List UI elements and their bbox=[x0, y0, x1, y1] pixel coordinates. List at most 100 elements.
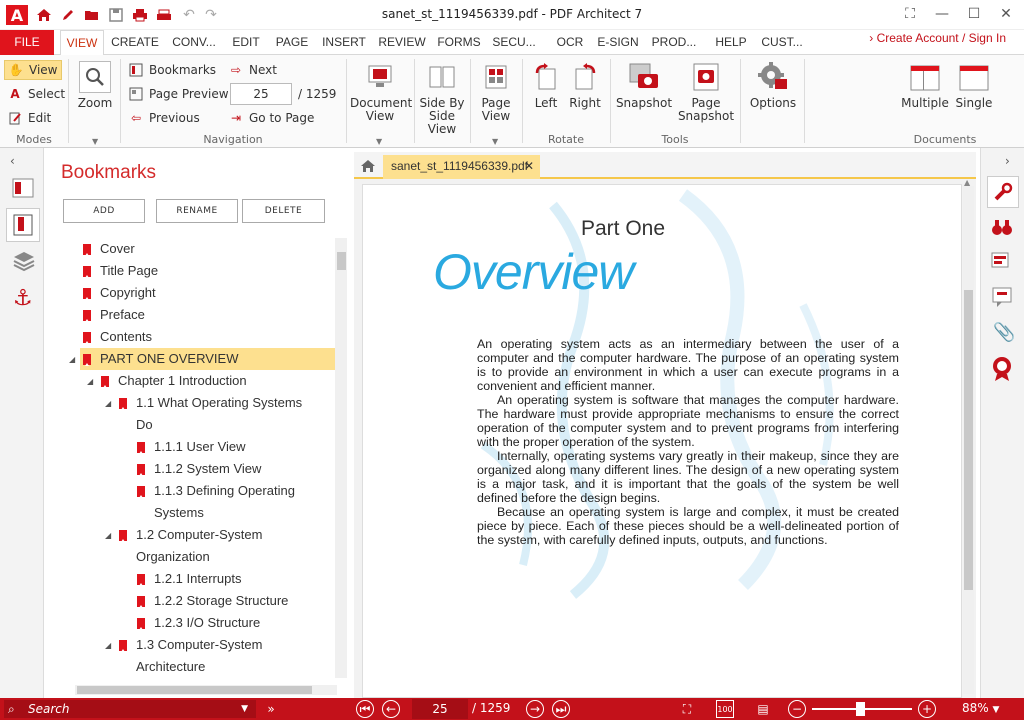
rotate-left-button[interactable]: Left bbox=[528, 61, 564, 110]
bookmark-item[interactable]: 1.2.2 Storage Structure bbox=[154, 590, 288, 612]
bookmark-item[interactable]: 1.1.3 Defining Operating bbox=[154, 480, 295, 502]
collapse-right-panel-icon[interactable]: › bbox=[1005, 154, 1010, 168]
attachment-icon[interactable]: 📎 bbox=[993, 322, 1015, 343]
single-document-button[interactable]: Single bbox=[952, 61, 996, 110]
close-button[interactable]: ✕ bbox=[994, 4, 1018, 24]
bookmark-item[interactable]: Cover bbox=[100, 238, 135, 260]
first-page-icon[interactable]: ⏮ bbox=[356, 700, 374, 718]
bookmark-item-continued[interactable]: Organization bbox=[136, 546, 210, 568]
bookmarks-panel-icon[interactable] bbox=[6, 208, 40, 242]
tab-products[interactable]: PROD... bbox=[648, 30, 700, 55]
bookmark-item[interactable]: Contents bbox=[100, 326, 152, 348]
bookmark-item[interactable]: 1.2 Computer-System bbox=[136, 524, 262, 546]
next-page-icon[interactable]: → bbox=[526, 700, 544, 718]
certificate-icon[interactable] bbox=[991, 356, 1013, 385]
tab-convert[interactable]: CONV... bbox=[166, 30, 222, 55]
pen-icon[interactable] bbox=[58, 5, 78, 25]
anchor-icon[interactable]: ⚓ bbox=[13, 286, 33, 311]
bookmarks-button[interactable]: Bookmarks bbox=[128, 60, 216, 80]
expand-triangle-icon[interactable]: ◢ bbox=[105, 399, 111, 408]
bookmark-item[interactable]: Title Page bbox=[100, 260, 158, 282]
maximize-button[interactable]: ☐ bbox=[962, 4, 986, 24]
tab-ocr[interactable]: OCR bbox=[552, 30, 588, 55]
expand-triangle-icon[interactable]: ◢ bbox=[105, 641, 111, 650]
wrench-icon[interactable] bbox=[987, 176, 1019, 208]
tab-review[interactable]: REVIEW bbox=[374, 30, 430, 55]
tab-forms[interactable]: FORMS bbox=[434, 30, 484, 55]
tab-security[interactable]: SECU... bbox=[488, 30, 540, 55]
page-snapshot-button[interactable]: Page Snapshot bbox=[676, 61, 736, 123]
chevron-down-icon[interactable]: ▼ bbox=[241, 700, 248, 718]
thumbnails-panel-icon[interactable] bbox=[12, 178, 34, 201]
zoom-button[interactable]: Zoom bbox=[74, 61, 116, 110]
bookmarks-vertical-scrollbar[interactable] bbox=[335, 238, 347, 678]
bookmark-item[interactable]: 1.3 Computer-System bbox=[136, 634, 262, 656]
undo-icon[interactable]: ↶ bbox=[180, 5, 198, 25]
search-field[interactable]: Search ⌕ ▼ bbox=[4, 700, 256, 718]
bookmark-item[interactable]: 1.2.1 Interrupts bbox=[154, 568, 241, 590]
document-view-dropdown-icon[interactable]: ▼ bbox=[376, 137, 382, 146]
close-tab-icon[interactable]: ✕ bbox=[524, 155, 534, 177]
next-page-button[interactable]: ⇨ Next bbox=[228, 60, 277, 80]
bookmark-item[interactable]: 1.1 What Operating Systems bbox=[136, 392, 302, 414]
bookmark-item-continued[interactable]: Do bbox=[136, 414, 153, 436]
zoom-level[interactable]: 88% ▼ bbox=[962, 701, 999, 715]
home-icon[interactable] bbox=[34, 5, 54, 25]
side-by-side-view-button[interactable]: Side By Side View bbox=[418, 61, 466, 136]
collapse-panel-icon[interactable]: ‹ bbox=[10, 154, 15, 168]
add-bookmark-button[interactable]: ADD bbox=[63, 199, 145, 223]
bookmark-item-continued[interactable]: Architecture bbox=[136, 656, 205, 678]
status-page-input[interactable]: 25 bbox=[412, 699, 468, 719]
open-folder-icon[interactable] bbox=[82, 5, 102, 25]
options-button[interactable]: Options bbox=[746, 61, 800, 110]
bookmark-item[interactable]: Preface bbox=[100, 304, 145, 326]
actual-size-icon[interactable]: 100 bbox=[716, 700, 734, 718]
page-preview-button[interactable]: Page Preview bbox=[128, 84, 229, 104]
redact-icon[interactable] bbox=[991, 252, 1013, 273]
bookmark-item[interactable]: Chapter 1 Introduction bbox=[118, 370, 247, 392]
save-icon[interactable] bbox=[106, 5, 126, 25]
app-logo-icon[interactable]: A bbox=[6, 5, 28, 25]
bookmarks-horizontal-thumb[interactable] bbox=[77, 686, 312, 694]
scan-icon[interactable] bbox=[154, 5, 174, 25]
print-icon[interactable] bbox=[130, 5, 150, 25]
zoom-in-icon[interactable]: + bbox=[918, 700, 936, 718]
bookmarks-scroll-thumb[interactable] bbox=[337, 252, 346, 270]
go-to-page-button[interactable]: ⇥ Go to Page bbox=[228, 108, 314, 128]
bookmark-item[interactable]: 1.1.2 System View bbox=[154, 458, 261, 480]
bookmark-item-continued[interactable]: Systems bbox=[154, 502, 204, 524]
rename-bookmark-button[interactable]: RENAME bbox=[156, 199, 238, 223]
home-tab[interactable] bbox=[356, 155, 380, 177]
expand-triangle-icon[interactable]: ◢ bbox=[69, 355, 75, 364]
expand-triangle-icon[interactable]: ◢ bbox=[87, 377, 93, 386]
tab-edit[interactable]: EDIT bbox=[226, 30, 266, 55]
bookmark-item[interactable]: 1.2.3 I/O Structure bbox=[154, 612, 260, 634]
bookmark-item[interactable]: Copyright bbox=[100, 282, 156, 304]
fit-width-icon[interactable]: ▤ bbox=[754, 700, 772, 718]
comment-icon[interactable] bbox=[991, 286, 1013, 311]
rotate-right-button[interactable]: Right bbox=[566, 61, 604, 110]
last-page-icon[interactable]: ⏭ bbox=[552, 700, 570, 718]
tab-file[interactable]: FILE bbox=[0, 30, 54, 55]
page-view-dropdown-icon[interactable]: ▼ bbox=[492, 137, 498, 146]
fit-page-icon[interactable]: ⛶ bbox=[678, 700, 696, 718]
restore-mode-icon[interactable]: ⛶ bbox=[898, 4, 922, 24]
tab-view[interactable]: VIEW bbox=[60, 30, 104, 56]
zoom-dropdown-icon[interactable]: ▼ bbox=[92, 137, 98, 146]
page-view-button[interactable]: Page View bbox=[474, 61, 518, 123]
search-next-icon[interactable]: » bbox=[262, 700, 280, 718]
zoom-out-icon[interactable]: − bbox=[788, 700, 806, 718]
minimize-button[interactable]: — bbox=[930, 4, 954, 24]
create-account-link[interactable]: › Create Account / Sign In bbox=[869, 31, 1006, 45]
previous-page-icon[interactable]: ← bbox=[382, 700, 400, 718]
tab-insert[interactable]: INSERT bbox=[318, 30, 370, 55]
view-mode-button[interactable]: ✋ View bbox=[4, 60, 62, 80]
tab-create[interactable]: CREATE bbox=[108, 30, 162, 55]
tab-customize[interactable]: CUST... bbox=[756, 30, 808, 55]
layers-panel-icon[interactable] bbox=[12, 250, 36, 275]
bookmark-item[interactable]: 1.1.1 User View bbox=[154, 436, 246, 458]
edit-mode-button[interactable]: Edit bbox=[7, 108, 51, 128]
document-tab[interactable]: sanet_st_1119456339.pdf ✕ bbox=[383, 155, 540, 179]
delete-bookmark-button[interactable]: DELETE bbox=[242, 199, 325, 223]
binoculars-icon[interactable] bbox=[991, 218, 1013, 239]
